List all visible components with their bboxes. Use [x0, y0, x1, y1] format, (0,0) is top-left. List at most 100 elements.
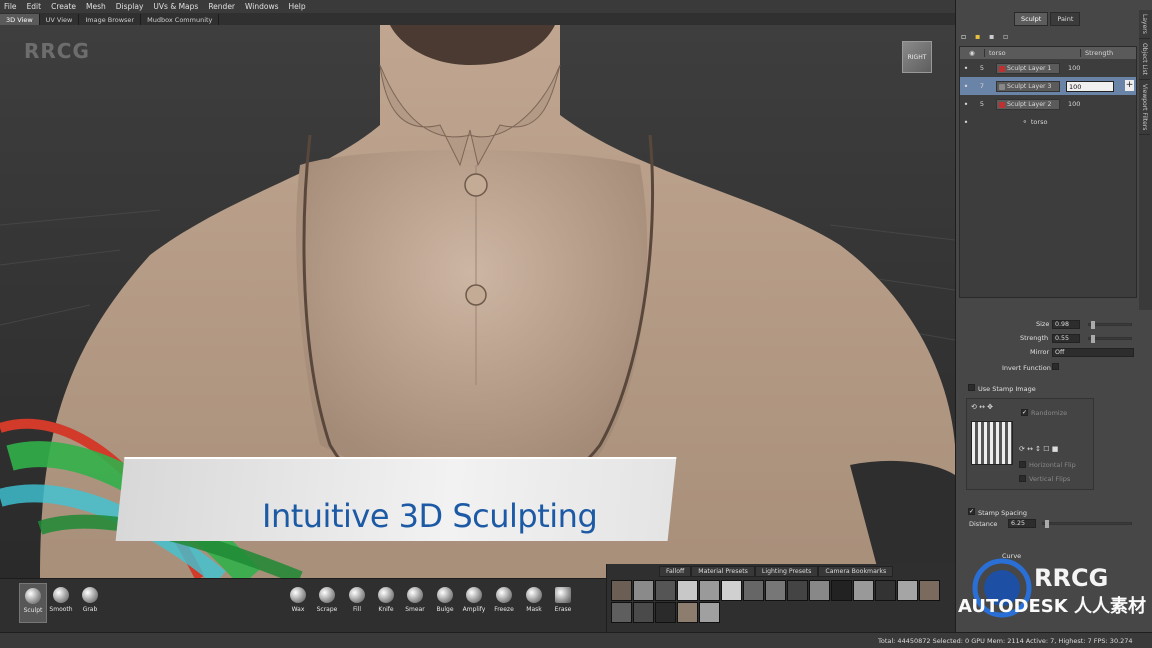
- visibility-icon[interactable]: •: [960, 100, 972, 109]
- distance-input[interactable]: 6.25: [1008, 519, 1036, 528]
- menu-render[interactable]: Render: [208, 2, 235, 11]
- stamp-thumbnail[interactable]: [611, 602, 632, 623]
- invert-checkbox[interactable]: [1052, 363, 1059, 370]
- stamp-thumbnail[interactable]: [831, 580, 852, 601]
- tool-grab[interactable]: Grab: [76, 583, 104, 623]
- tab-image-browser[interactable]: Image Browser: [79, 14, 142, 25]
- horizontal-flip-checkbox[interactable]: [1019, 461, 1026, 468]
- base-layer-row[interactable]: • ⚬ torso: [960, 113, 1136, 131]
- size-input[interactable]: 0.98: [1052, 320, 1080, 329]
- layer-strength[interactable]: 100: [1066, 99, 1114, 110]
- folder-icon[interactable]: ▪: [975, 33, 983, 41]
- stamp-thumbnail[interactable]: [787, 580, 808, 601]
- layer-level: 7: [979, 82, 985, 90]
- stamp-thumbnail[interactable]: [633, 602, 654, 623]
- tool-bulge[interactable]: Bulge: [431, 583, 459, 623]
- side-tab-layers[interactable]: Layers: [1139, 10, 1150, 39]
- stamp-thumbnail[interactable]: [897, 580, 918, 601]
- layer-name[interactable]: Sculpt Layer 2: [996, 98, 1060, 110]
- visibility-icon[interactable]: •: [960, 118, 972, 127]
- stamp-transform-icons[interactable]: ⟳ ↔ ↕ ☐ ■: [1019, 445, 1058, 453]
- tool-knife[interactable]: Knife: [372, 583, 400, 623]
- visibility-icon[interactable]: •: [960, 64, 972, 73]
- tab-mudbox-community[interactable]: Mudbox Community: [141, 14, 220, 25]
- stamp-thumbnail[interactable]: [699, 602, 720, 623]
- tool-sculpt[interactable]: Sculpt: [19, 583, 47, 623]
- menu-windows[interactable]: Windows: [245, 2, 278, 11]
- use-stamp-checkbox[interactable]: [968, 384, 975, 391]
- horizontal-flip-label: Horizontal Flip: [1029, 461, 1076, 469]
- stamp-thumbnail[interactable]: [721, 580, 742, 601]
- stamp-options: ✓ Randomize ⟳ ↔ ↕ ☐ ■ Horizontal Flip Ve…: [1019, 407, 1093, 487]
- tool-fill[interactable]: Fill: [343, 583, 371, 623]
- stamp-thumbnail[interactable]: [611, 580, 632, 601]
- size-slider-knob[interactable]: [1091, 321, 1095, 329]
- vertical-flip-checkbox[interactable]: [1019, 475, 1026, 482]
- stamp-thumbnail[interactable]: [655, 602, 676, 623]
- menu-create[interactable]: Create: [51, 2, 76, 11]
- tab-camera-bookmarks[interactable]: Camera Bookmarks: [818, 566, 894, 577]
- stamp-image[interactable]: [971, 421, 1013, 465]
- menu-file[interactable]: File: [4, 2, 17, 11]
- layer-row[interactable]: • 5 Sculpt Layer 2 100: [960, 95, 1136, 113]
- layer-name[interactable]: Sculpt Layer 1: [996, 62, 1060, 74]
- stamp-thumbnail[interactable]: [853, 580, 874, 601]
- layer-row[interactable]: • 5 Sculpt Layer 1 100: [960, 59, 1136, 77]
- tool-erase[interactable]: Erase: [549, 583, 577, 623]
- strength-slider-knob[interactable]: [1091, 335, 1095, 343]
- menu-mesh[interactable]: Mesh: [86, 2, 106, 11]
- stamp-thumbnail[interactable]: [765, 580, 786, 601]
- sculpt-layer-icon: [999, 65, 1005, 72]
- layer-name[interactable]: Sculpt Layer 3: [996, 80, 1060, 92]
- view-cube[interactable]: RIGHT: [902, 41, 932, 73]
- stamp-thumbnail[interactable]: [809, 580, 830, 601]
- side-tab-viewport-filters[interactable]: Viewport Filters: [1139, 80, 1150, 136]
- stamp-spacing-checkbox[interactable]: ✓: [968, 508, 975, 515]
- strength-input[interactable]: 0.55: [1052, 334, 1080, 343]
- menu-help[interactable]: Help: [289, 2, 306, 11]
- layer-row-selected[interactable]: • 7 Sculpt Layer 3 100 +: [960, 77, 1136, 95]
- tab-3d-view[interactable]: 3D View: [0, 14, 40, 25]
- randomize-checkbox[interactable]: ✓: [1021, 409, 1028, 416]
- tool-smooth[interactable]: Smooth: [47, 583, 75, 623]
- stamp-thumbnail[interactable]: [677, 602, 698, 623]
- menu-uvs-maps[interactable]: UVs & Maps: [153, 2, 198, 11]
- stamp-tools-icon[interactable]: ⟲ ↔ ✥: [971, 403, 993, 411]
- visibility-icon[interactable]: •: [960, 82, 972, 91]
- tool-smear[interactable]: Smear: [401, 583, 429, 623]
- menu-display[interactable]: Display: [116, 2, 144, 11]
- tab-paint[interactable]: Paint: [1050, 12, 1081, 26]
- side-tab-object-list[interactable]: Object List: [1139, 39, 1150, 80]
- layer-strength-input[interactable]: 100: [1066, 80, 1114, 92]
- menu-edit[interactable]: Edit: [27, 2, 42, 11]
- stamp-thumbnail[interactable]: [633, 580, 654, 601]
- strength-slider[interactable]: [1088, 335, 1132, 343]
- tool-mask[interactable]: Mask: [520, 583, 548, 623]
- layer-strength[interactable]: 100: [1066, 63, 1114, 74]
- layer-name-text: Sculpt Layer 2: [1007, 100, 1052, 108]
- tab-sculpt[interactable]: Sculpt: [1014, 12, 1049, 26]
- distance-slider[interactable]: [1042, 520, 1132, 528]
- tab-material-presets[interactable]: Material Presets: [691, 566, 755, 577]
- distance-slider-knob[interactable]: [1045, 520, 1049, 528]
- merge-icon[interactable]: ▫: [1003, 33, 1011, 41]
- mirror-dropdown[interactable]: Off: [1052, 348, 1134, 357]
- tab-lighting-presets[interactable]: Lighting Presets: [754, 566, 819, 577]
- tool-amplify[interactable]: Amplify: [460, 583, 488, 623]
- stamp-thumbnail[interactable]: [677, 580, 698, 601]
- stamp-thumbnail[interactable]: [655, 580, 676, 601]
- delete-icon[interactable]: ▪: [989, 33, 997, 41]
- add-icon[interactable]: +: [1125, 80, 1134, 91]
- tool-freeze[interactable]: Freeze: [490, 583, 518, 623]
- stamp-thumbnail[interactable]: [919, 580, 940, 601]
- tab-falloff[interactable]: Falloff: [659, 566, 692, 577]
- tool-scrape[interactable]: Scrape: [313, 583, 341, 623]
- base-layer-name: torso: [1030, 118, 1048, 126]
- tool-wax[interactable]: Wax: [284, 583, 312, 623]
- stamp-thumbnail[interactable]: [875, 580, 896, 601]
- stamp-thumbnail[interactable]: [743, 580, 764, 601]
- tab-uv-view[interactable]: UV View: [40, 14, 80, 25]
- new-layer-icon[interactable]: ▫: [961, 33, 969, 41]
- size-slider[interactable]: [1088, 321, 1132, 329]
- stamp-thumbnail[interactable]: [699, 580, 720, 601]
